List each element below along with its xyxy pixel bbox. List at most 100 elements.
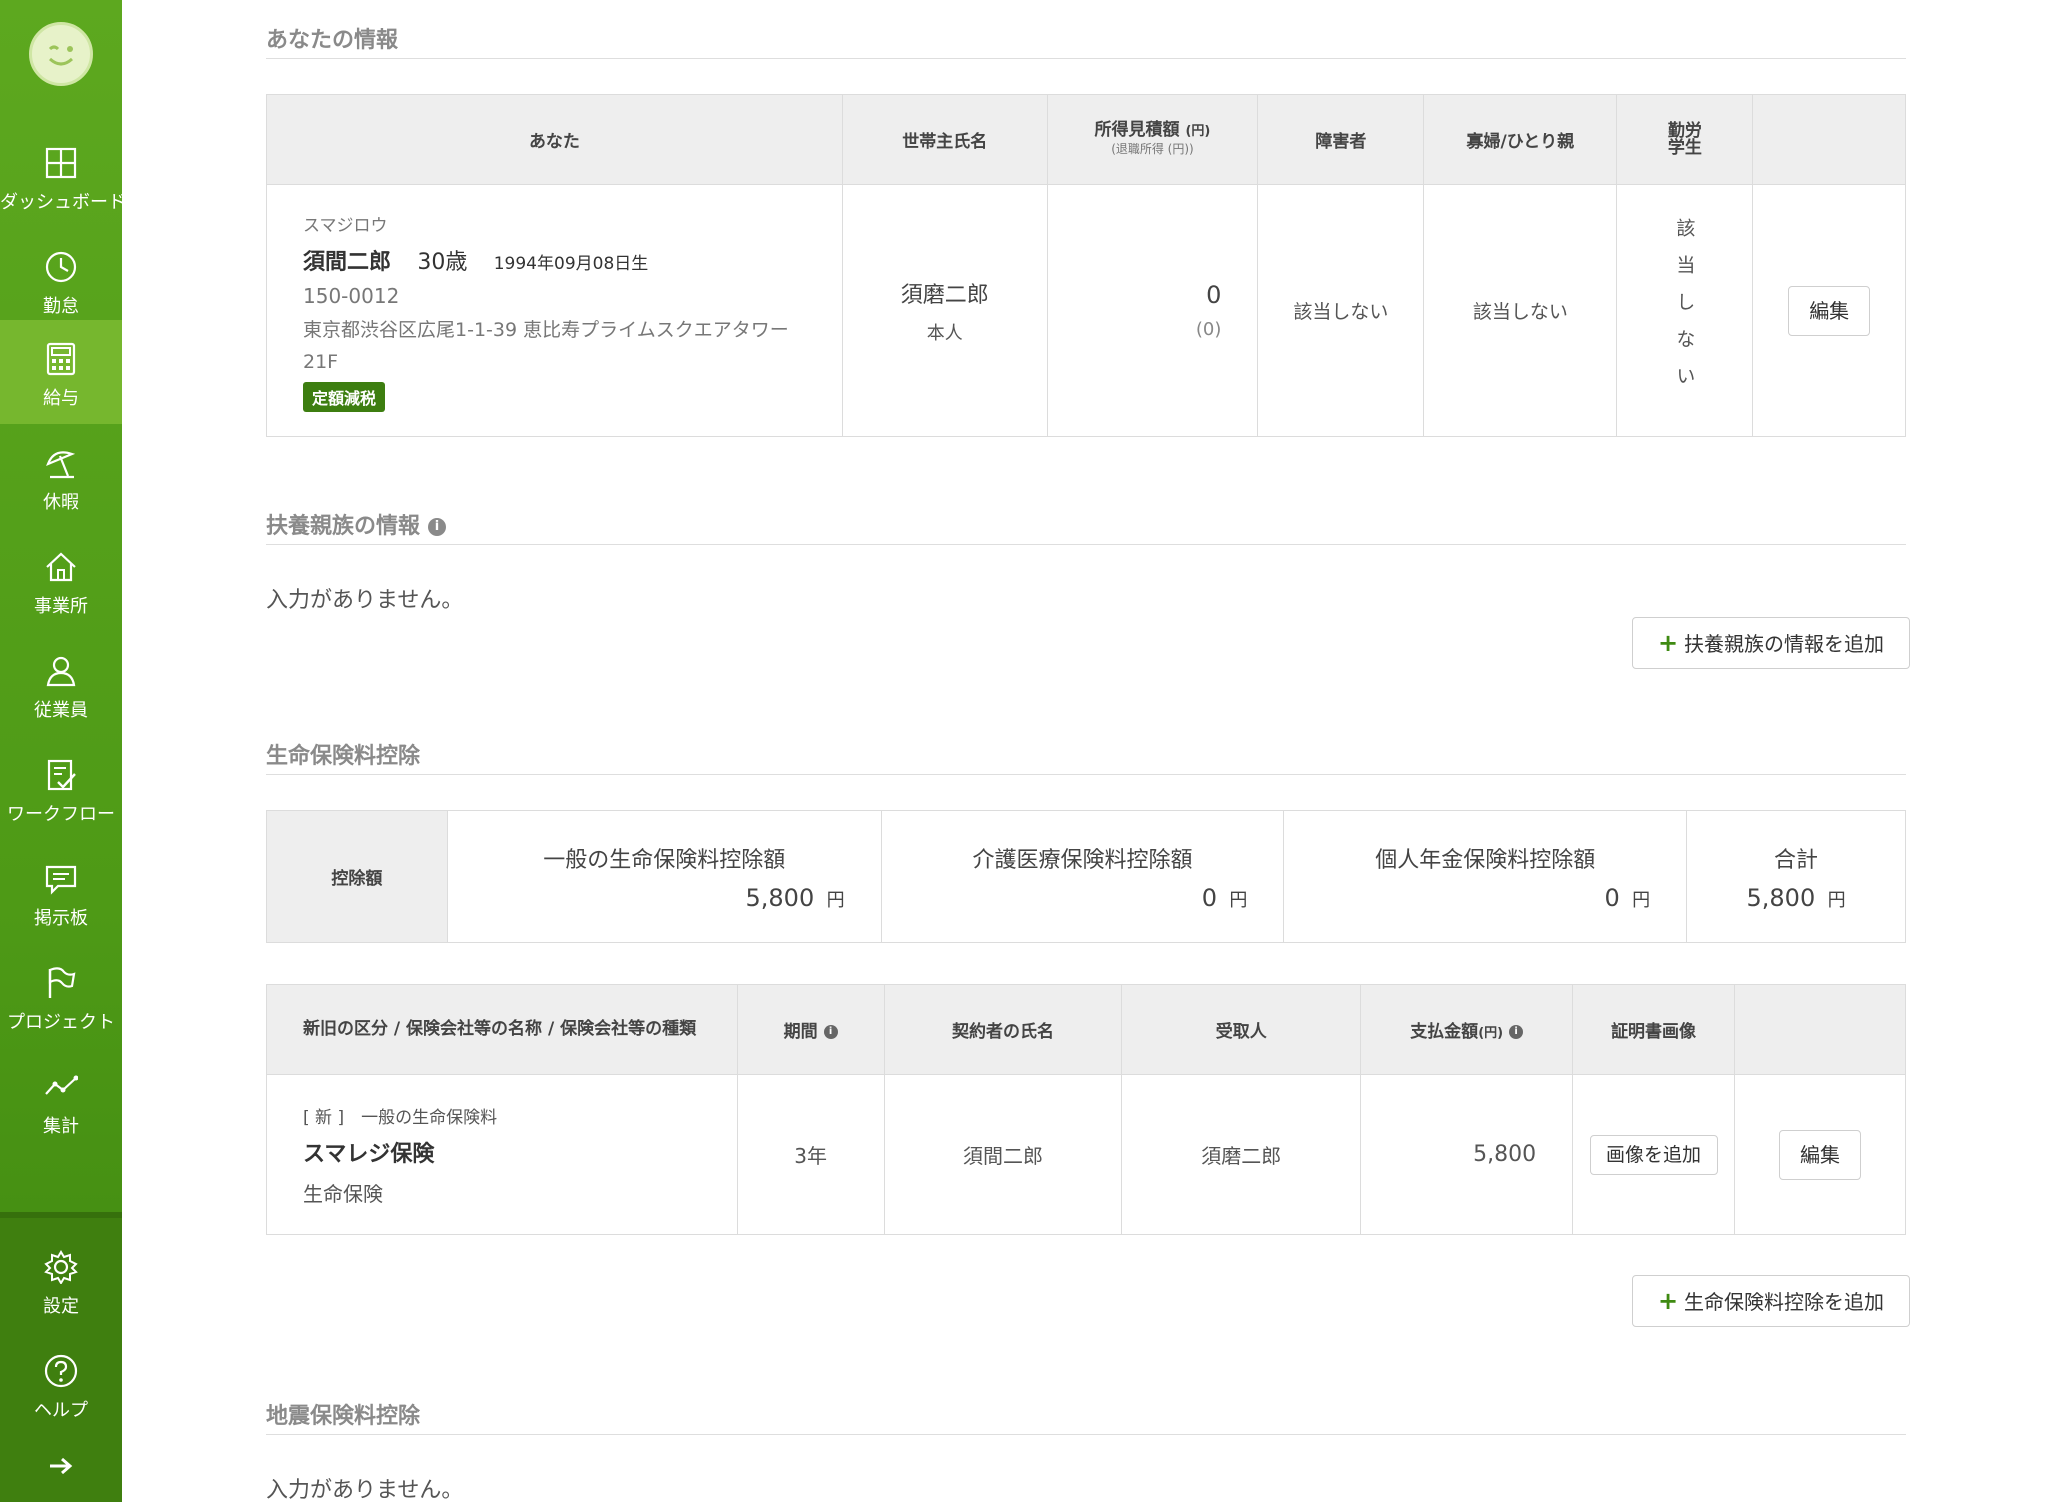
kana-name: スマジロウ	[303, 216, 388, 236]
edit-you-button[interactable]: 編集	[1788, 285, 1871, 336]
col-header-contractor: 契約者の氏名	[883, 984, 1123, 1075]
table-row: [ 新 ] 一般の生命保険料 スマレジ保険 生命保険 3年 須間二郎 須磨二郎 …	[266, 1074, 1906, 1235]
insurance-type: 生命保険	[303, 1181, 383, 1206]
yen-unit: 円	[1827, 889, 1846, 911]
earthquake-empty-text: 入力がありません。	[266, 1478, 464, 1503]
address: 東京都渋谷区広尾1-1-39 恵比寿プライムスクエアタワー21F	[303, 319, 789, 373]
add-life-insurance-label: 生命保険料控除を追加	[1684, 1290, 1885, 1314]
info-icon[interactable]: i	[823, 1025, 838, 1039]
col-header-actions	[1752, 94, 1906, 185]
sidebar-item-settings[interactable]: 設定	[0, 1228, 122, 1332]
sidebar-item-payroll[interactable]: 給与	[0, 320, 122, 424]
yen-unit: 円	[1632, 889, 1651, 911]
birth-date: 1994年09月08日生	[493, 254, 649, 274]
dependents-empty-text: 入力がありません。	[266, 588, 464, 613]
sidebar-item-label: 給与	[43, 388, 79, 409]
contractor-value: 須間二郎	[883, 1074, 1123, 1235]
actions-cell: 編集	[1734, 1074, 1906, 1235]
sidebar-item-dashboard[interactable]: ダッシュボード	[0, 124, 126, 228]
student-cell: 該当しない	[1616, 184, 1754, 437]
add-life-insurance-button[interactable]: + 生命保険料控除を追加	[1632, 1275, 1910, 1327]
sidebar-item-help[interactable]: ヘルプ	[0, 1332, 122, 1436]
info-icon[interactable]: i	[1509, 1025, 1524, 1039]
line-chart-icon	[45, 1075, 78, 1095]
sidebar-item-label: 従業員	[34, 700, 88, 721]
sidebar-item-label: 掲示板	[34, 908, 88, 929]
sidebar-item-workflow[interactable]: ワークフロー	[0, 736, 122, 840]
pension-deduction-value: 0	[1604, 883, 1620, 912]
user-icon	[46, 656, 76, 687]
col-header-widow: 寡婦/ひとり親	[1423, 94, 1618, 185]
dashboard-icon	[45, 147, 77, 179]
sidebar-item-board[interactable]: 掲示板	[0, 840, 122, 944]
life-insurance-table: 新旧の区分 / 保険会社等の名称 / 保険会社等の種類 期間 i 契約者の氏名 受…	[266, 984, 1906, 1235]
calculator-icon	[46, 342, 76, 376]
full-name: 須間二郎	[303, 250, 392, 275]
household-relation: 本人	[926, 322, 963, 344]
edit-insurance-button[interactable]: 編集	[1779, 1129, 1862, 1180]
insurance-company: スマレジ保険	[303, 1141, 435, 1167]
sidebar-item-label: プロジェクト	[7, 1012, 115, 1033]
sidebar-item-project[interactable]: プロジェクト	[0, 944, 122, 1048]
section-title-you: あなたの情報	[266, 28, 399, 53]
section-title-life: 生命保険料控除	[266, 744, 421, 769]
gear-icon	[44, 1250, 78, 1284]
add-image-button[interactable]: 画像を追加	[1589, 1134, 1718, 1175]
disability-value: 該当しない	[1257, 184, 1425, 437]
checklist-icon	[47, 759, 76, 791]
certificate-cell: 画像を追加	[1572, 1074, 1736, 1235]
category-cell: [ 新 ] 一般の生命保険料 スマレジ保険 生命保険	[266, 1074, 738, 1235]
umbrella-icon	[46, 451, 76, 479]
total-deduction-value: 5,800	[1746, 883, 1816, 912]
recipient-value: 須磨二郎	[1121, 1074, 1362, 1235]
widow-value: 該当しない	[1423, 184, 1618, 437]
section-title-earthquake: 地震保険料控除	[266, 1404, 421, 1429]
household-name: 須磨二郎	[900, 282, 989, 308]
pension-deduction-cell: 個人年金保険料控除額 0 円	[1283, 810, 1688, 943]
period-header-label: 期間	[783, 1022, 818, 1042]
flag-icon	[48, 967, 76, 998]
sidebar-divider	[0, 1212, 122, 1218]
sidebar-item-leave[interactable]: 休暇	[0, 424, 122, 528]
amount-header-label: 支払金額	[1410, 1022, 1479, 1042]
sidebar-item-reports[interactable]: 集計	[0, 1048, 122, 1152]
sidebar-item-label: 設定	[43, 1296, 79, 1317]
actions-cell: 編集	[1752, 184, 1906, 437]
help-icon	[44, 1354, 78, 1388]
smiley-logo-icon[interactable]	[29, 22, 93, 86]
care-deduction-cell: 介護医療保険料控除額 0 円	[880, 810, 1285, 943]
sidebar-item-label: ダッシュボード	[0, 192, 126, 213]
col-header-period: 期間 i	[736, 984, 885, 1075]
sidebar-item-label: 勤怠	[43, 296, 79, 317]
general-deduction-value: 5,800	[745, 883, 815, 912]
income-header-sub: (退職所得 (円))	[1111, 142, 1194, 156]
sidebar-item-label: 事業所	[34, 596, 88, 617]
student-value: 該当しない	[1673, 218, 1696, 403]
income-value: 0	[1206, 281, 1222, 309]
income-header-unit: (円)	[1185, 124, 1211, 139]
clock-icon	[45, 251, 77, 283]
you-table: あなた 世帯主氏名 所得見積額 (円) (退職所得 (円)) 障害者 寡婦/ひと…	[266, 94, 1906, 437]
info-icon[interactable]: i	[428, 518, 447, 536]
col-header-amount: 支払金額(円) i	[1360, 984, 1574, 1075]
retirement-income-value: (0)	[1195, 319, 1222, 340]
col-header-you: あなた	[266, 94, 843, 185]
col-header-certificate: 証明書画像	[1572, 984, 1736, 1075]
section-divider	[266, 58, 1906, 59]
general-deduction-label: 一般の生命保険料控除額	[543, 847, 786, 873]
add-dependent-button[interactable]: + 扶養親族の情報を追加	[1632, 617, 1910, 669]
expand-sidebar-arrow-icon[interactable]	[48, 1456, 74, 1480]
total-deduction-label: 合計	[1774, 847, 1819, 873]
age: 30歳	[417, 250, 468, 275]
dependents-title-text: 扶養親族の情報	[266, 514, 421, 539]
home-icon	[46, 552, 76, 582]
plus-icon: +	[1657, 1287, 1679, 1315]
col-header-disability: 障害者	[1257, 94, 1425, 185]
sidebar-item-office[interactable]: 事業所	[0, 528, 122, 632]
sidebar-item-employees[interactable]: 従業員	[0, 632, 122, 736]
period-value: 3年	[736, 1074, 885, 1235]
sidebar-item-attendance[interactable]: 勤怠	[0, 228, 122, 332]
section-title-dependents: 扶養親族の情報 i	[266, 508, 447, 540]
total-deduction-cell: 合計 5,800 円	[1686, 810, 1906, 943]
yen-unit: 円	[1229, 889, 1248, 911]
